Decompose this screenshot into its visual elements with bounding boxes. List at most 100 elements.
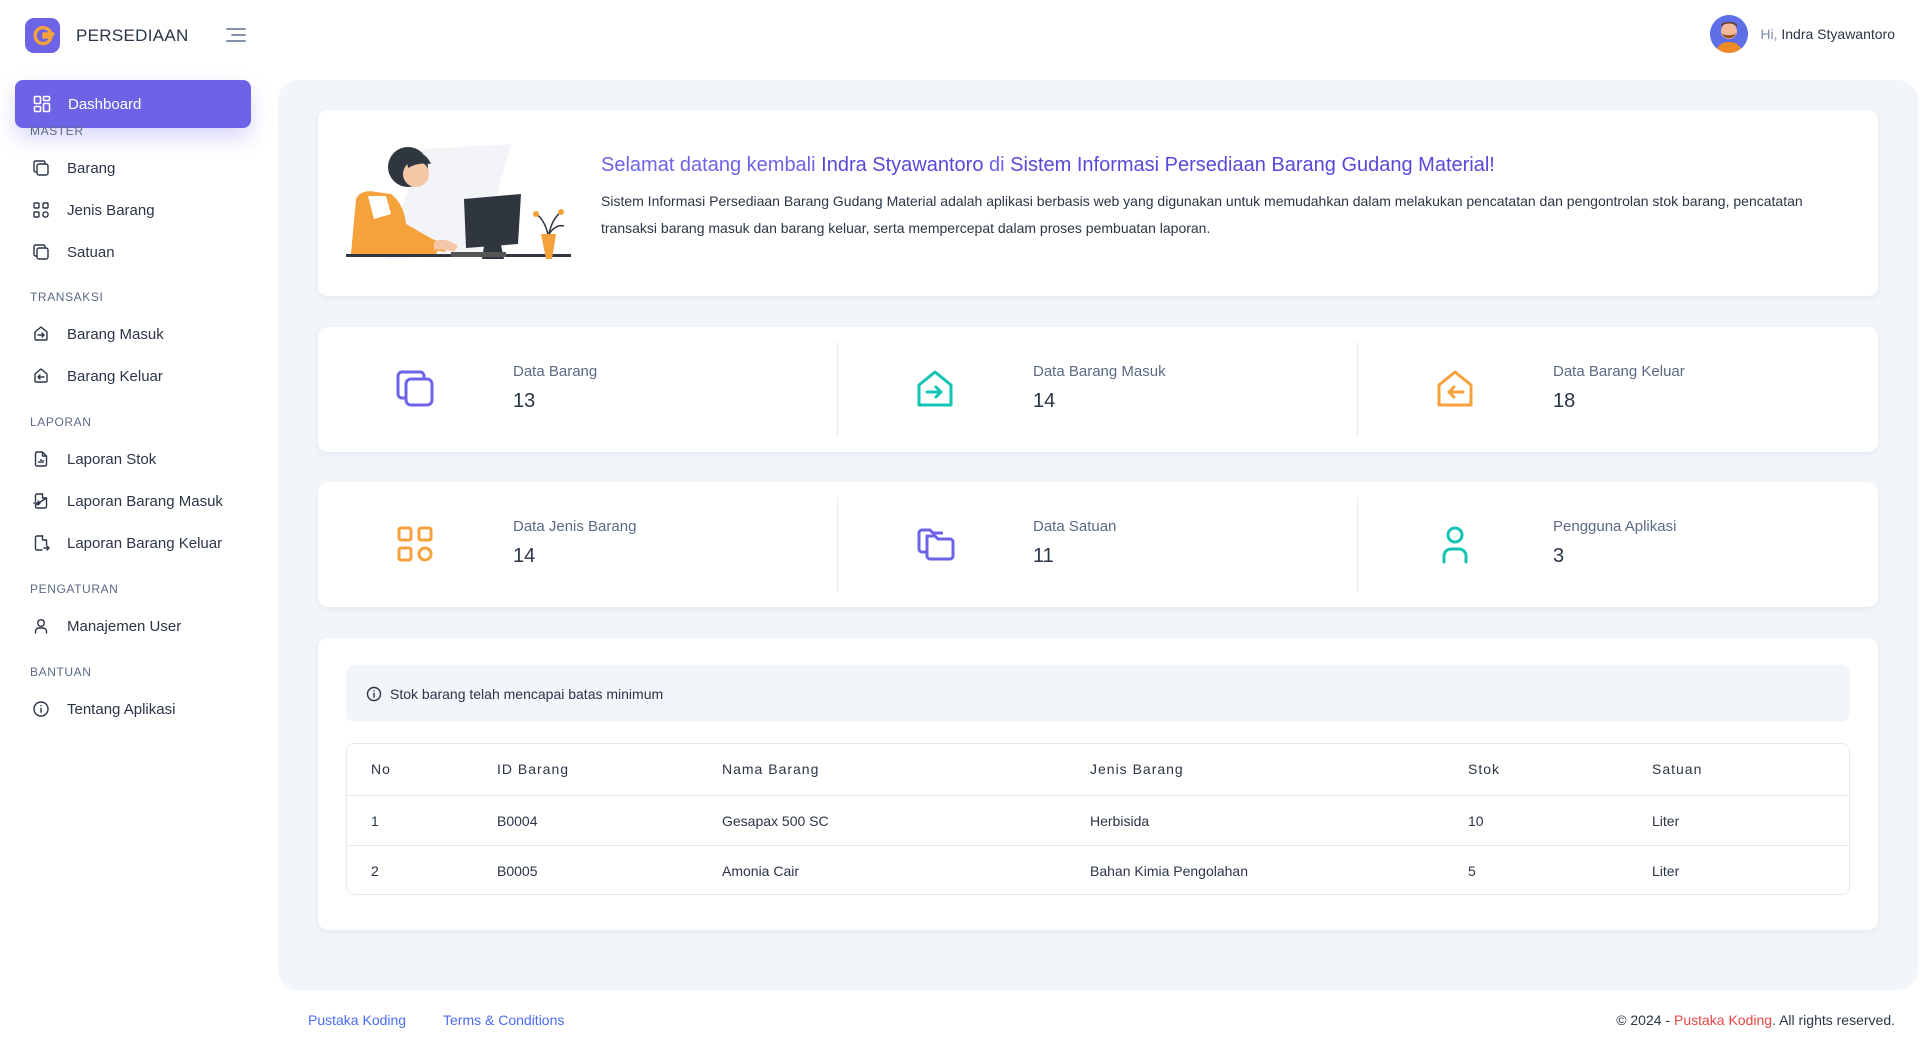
sidebar-item-label: Dashboard — [68, 95, 142, 113]
column-header: Jenis Barang — [1090, 761, 1184, 777]
brand-logo-icon — [25, 18, 60, 53]
home-out-icon — [30, 365, 52, 387]
user-icon — [30, 615, 52, 637]
low-stock-card: Stok barang telah mencapai batas minimum… — [318, 638, 1878, 930]
sidebar-item-barang[interactable]: Barang — [15, 146, 251, 190]
sidebar-item-tentang-aplikasi[interactable]: Tentang Aplikasi — [15, 687, 251, 731]
stat-label: Data Jenis Barang — [513, 518, 637, 535]
section-laporan: LAPORAN — [30, 415, 92, 429]
stat-data-barang-masuk[interactable]: Data Barang Masuk 14 — [838, 327, 1358, 452]
section-transaksi: TRANSAKSI — [30, 290, 104, 304]
sidebar-item-manajemen-user[interactable]: Manajemen User — [15, 604, 251, 648]
sidebar-item-label: Laporan Barang Masuk — [67, 492, 223, 510]
low-stock-table: No ID Barang Nama Barang Jenis Barang St… — [346, 743, 1850, 895]
sidebar-item-laporan-stok[interactable]: Laporan Stok — [15, 437, 251, 481]
sidebar: Dashboard MASTER Barang Jenis Barang Sat… — [0, 70, 270, 970]
table-cell: 5 — [1468, 863, 1476, 879]
file-import-icon — [30, 490, 52, 512]
home-in-icon — [913, 367, 957, 411]
stat-label: Data Barang — [513, 363, 598, 380]
welcome-card: Selamat datang kembali Indra Styawantoro… — [318, 110, 1878, 296]
user-name: Indra Styawantoro — [1781, 26, 1895, 42]
info-icon — [366, 686, 382, 702]
column-header: Satuan — [1652, 761, 1703, 777]
table-cell: 2 — [371, 863, 379, 879]
table-cell: 10 — [1468, 813, 1484, 829]
info-icon — [30, 698, 52, 720]
sidebar-item-label: Barang Keluar — [67, 367, 163, 385]
stat-value: 13 — [513, 390, 536, 412]
topbar: PERSEDIAAN Hi, Indra Styawantoro — [0, 0, 1920, 70]
home-in-icon — [30, 323, 52, 345]
stat-label: Pengguna Aplikasi — [1553, 518, 1677, 535]
avatar — [1710, 15, 1749, 53]
stat-value: 18 — [1553, 390, 1576, 412]
sidebar-item-dashboard[interactable]: Dashboard — [15, 80, 251, 128]
menu-toggle-icon[interactable] — [225, 25, 247, 45]
sidebar-item-barang-keluar[interactable]: Barang Keluar — [15, 354, 251, 398]
stat-data-jenis-barang[interactable]: Data Jenis Barang 14 — [318, 482, 838, 607]
stat-value: 11 — [1033, 545, 1054, 567]
column-header: Nama Barang — [722, 761, 820, 777]
stat-data-barang[interactable]: Data Barang 13 — [318, 327, 838, 452]
stat-value: 3 — [1553, 545, 1565, 567]
stat-data-satuan[interactable]: Data Satuan 11 — [838, 482, 1358, 607]
copy-icon — [913, 522, 957, 566]
alert-text: Stok barang telah mencapai batas minimum — [390, 685, 664, 702]
home-out-icon — [1433, 367, 1477, 411]
copyright: © 2024 - Pustaka Koding. All rights rese… — [1616, 1012, 1895, 1028]
sidebar-item-label: Manajemen User — [67, 617, 182, 635]
column-header: Stok — [1468, 761, 1501, 777]
footer-link-terms[interactable]: Terms & Conditions — [443, 1012, 564, 1028]
category-icon — [30, 199, 52, 221]
category-icon — [393, 522, 437, 566]
table-cell: Gesapax 500 SC — [722, 813, 829, 829]
copyright-link[interactable]: Pustaka Koding — [1674, 1012, 1772, 1028]
sidebar-item-barang-masuk[interactable]: Barang Masuk — [15, 312, 251, 356]
brand[interactable]: PERSEDIAAN — [25, 18, 189, 53]
stat-label: Data Satuan — [1033, 518, 1117, 535]
welcome-illustration — [346, 134, 571, 274]
sidebar-item-label: Laporan Stok — [67, 450, 157, 468]
table-cell: Amonia Cair — [722, 863, 800, 879]
sidebar-item-label: Barang Masuk — [67, 325, 164, 343]
stats-card-2: Data Jenis Barang 14 Data Satuan 11 Peng… — [318, 482, 1878, 607]
stat-value: 14 — [513, 545, 536, 567]
sidebar-item-satuan[interactable]: Satuan — [15, 230, 251, 274]
table-row: 1 B0004 Gesapax 500 SC Herbisida 10 Lite… — [347, 795, 1849, 846]
copy-icon — [393, 367, 437, 411]
table-cell: Liter — [1652, 863, 1680, 879]
file-export-icon — [30, 532, 52, 554]
stats-card-1: Data Barang 13 Data Barang Masuk 14 Data… — [318, 327, 1878, 452]
dashboard-icon — [31, 93, 53, 115]
low-stock-alert: Stok barang telah mencapai batas minimum — [346, 665, 1850, 722]
footer-links: Pustaka Koding — [308, 1012, 406, 1028]
user-greeting: Hi, Indra Styawantoro — [1760, 26, 1895, 42]
user-icon — [1433, 522, 1477, 566]
sidebar-item-label: Tentang Aplikasi — [67, 700, 176, 718]
brand-name: PERSEDIAAN — [76, 25, 189, 45]
sidebar-item-label: Satuan — [67, 243, 115, 261]
user-menu[interactable]: Hi, Indra Styawantoro — [1710, 15, 1895, 53]
section-bantuan: BANTUAN — [30, 665, 92, 679]
stat-data-barang-keluar[interactable]: Data Barang Keluar 18 — [1358, 327, 1878, 452]
sidebar-item-label: Jenis Barang — [67, 201, 155, 219]
table-cell: Liter — [1652, 813, 1680, 829]
copy-icon — [30, 157, 52, 179]
section-master: MASTER — [30, 124, 84, 138]
sidebar-item-laporan-barang-keluar[interactable]: Laporan Barang Keluar — [15, 521, 251, 565]
file-chart-icon — [30, 448, 52, 470]
stat-value: 14 — [1033, 390, 1056, 412]
table-cell: 1 — [371, 813, 379, 829]
stat-pengguna-aplikasi[interactable]: Pengguna Aplikasi 3 — [1358, 482, 1878, 607]
stat-label: Data Barang Keluar — [1553, 363, 1685, 380]
footer-link-pustaka-koding[interactable]: Pustaka Koding — [308, 1012, 406, 1028]
sidebar-item-jenis-barang[interactable]: Jenis Barang — [15, 188, 251, 232]
sidebar-item-laporan-barang-masuk[interactable]: Laporan Barang Masuk — [15, 479, 251, 523]
welcome-title: Selamat datang kembali Indra Styawantoro… — [601, 154, 1495, 176]
sidebar-item-label: Laporan Barang Keluar — [67, 534, 223, 552]
section-pengaturan: PENGATURAN — [30, 582, 119, 596]
column-header: ID Barang — [497, 761, 570, 777]
footer-links-2: Terms & Conditions — [443, 1012, 564, 1028]
table-cell: B0005 — [497, 863, 538, 879]
